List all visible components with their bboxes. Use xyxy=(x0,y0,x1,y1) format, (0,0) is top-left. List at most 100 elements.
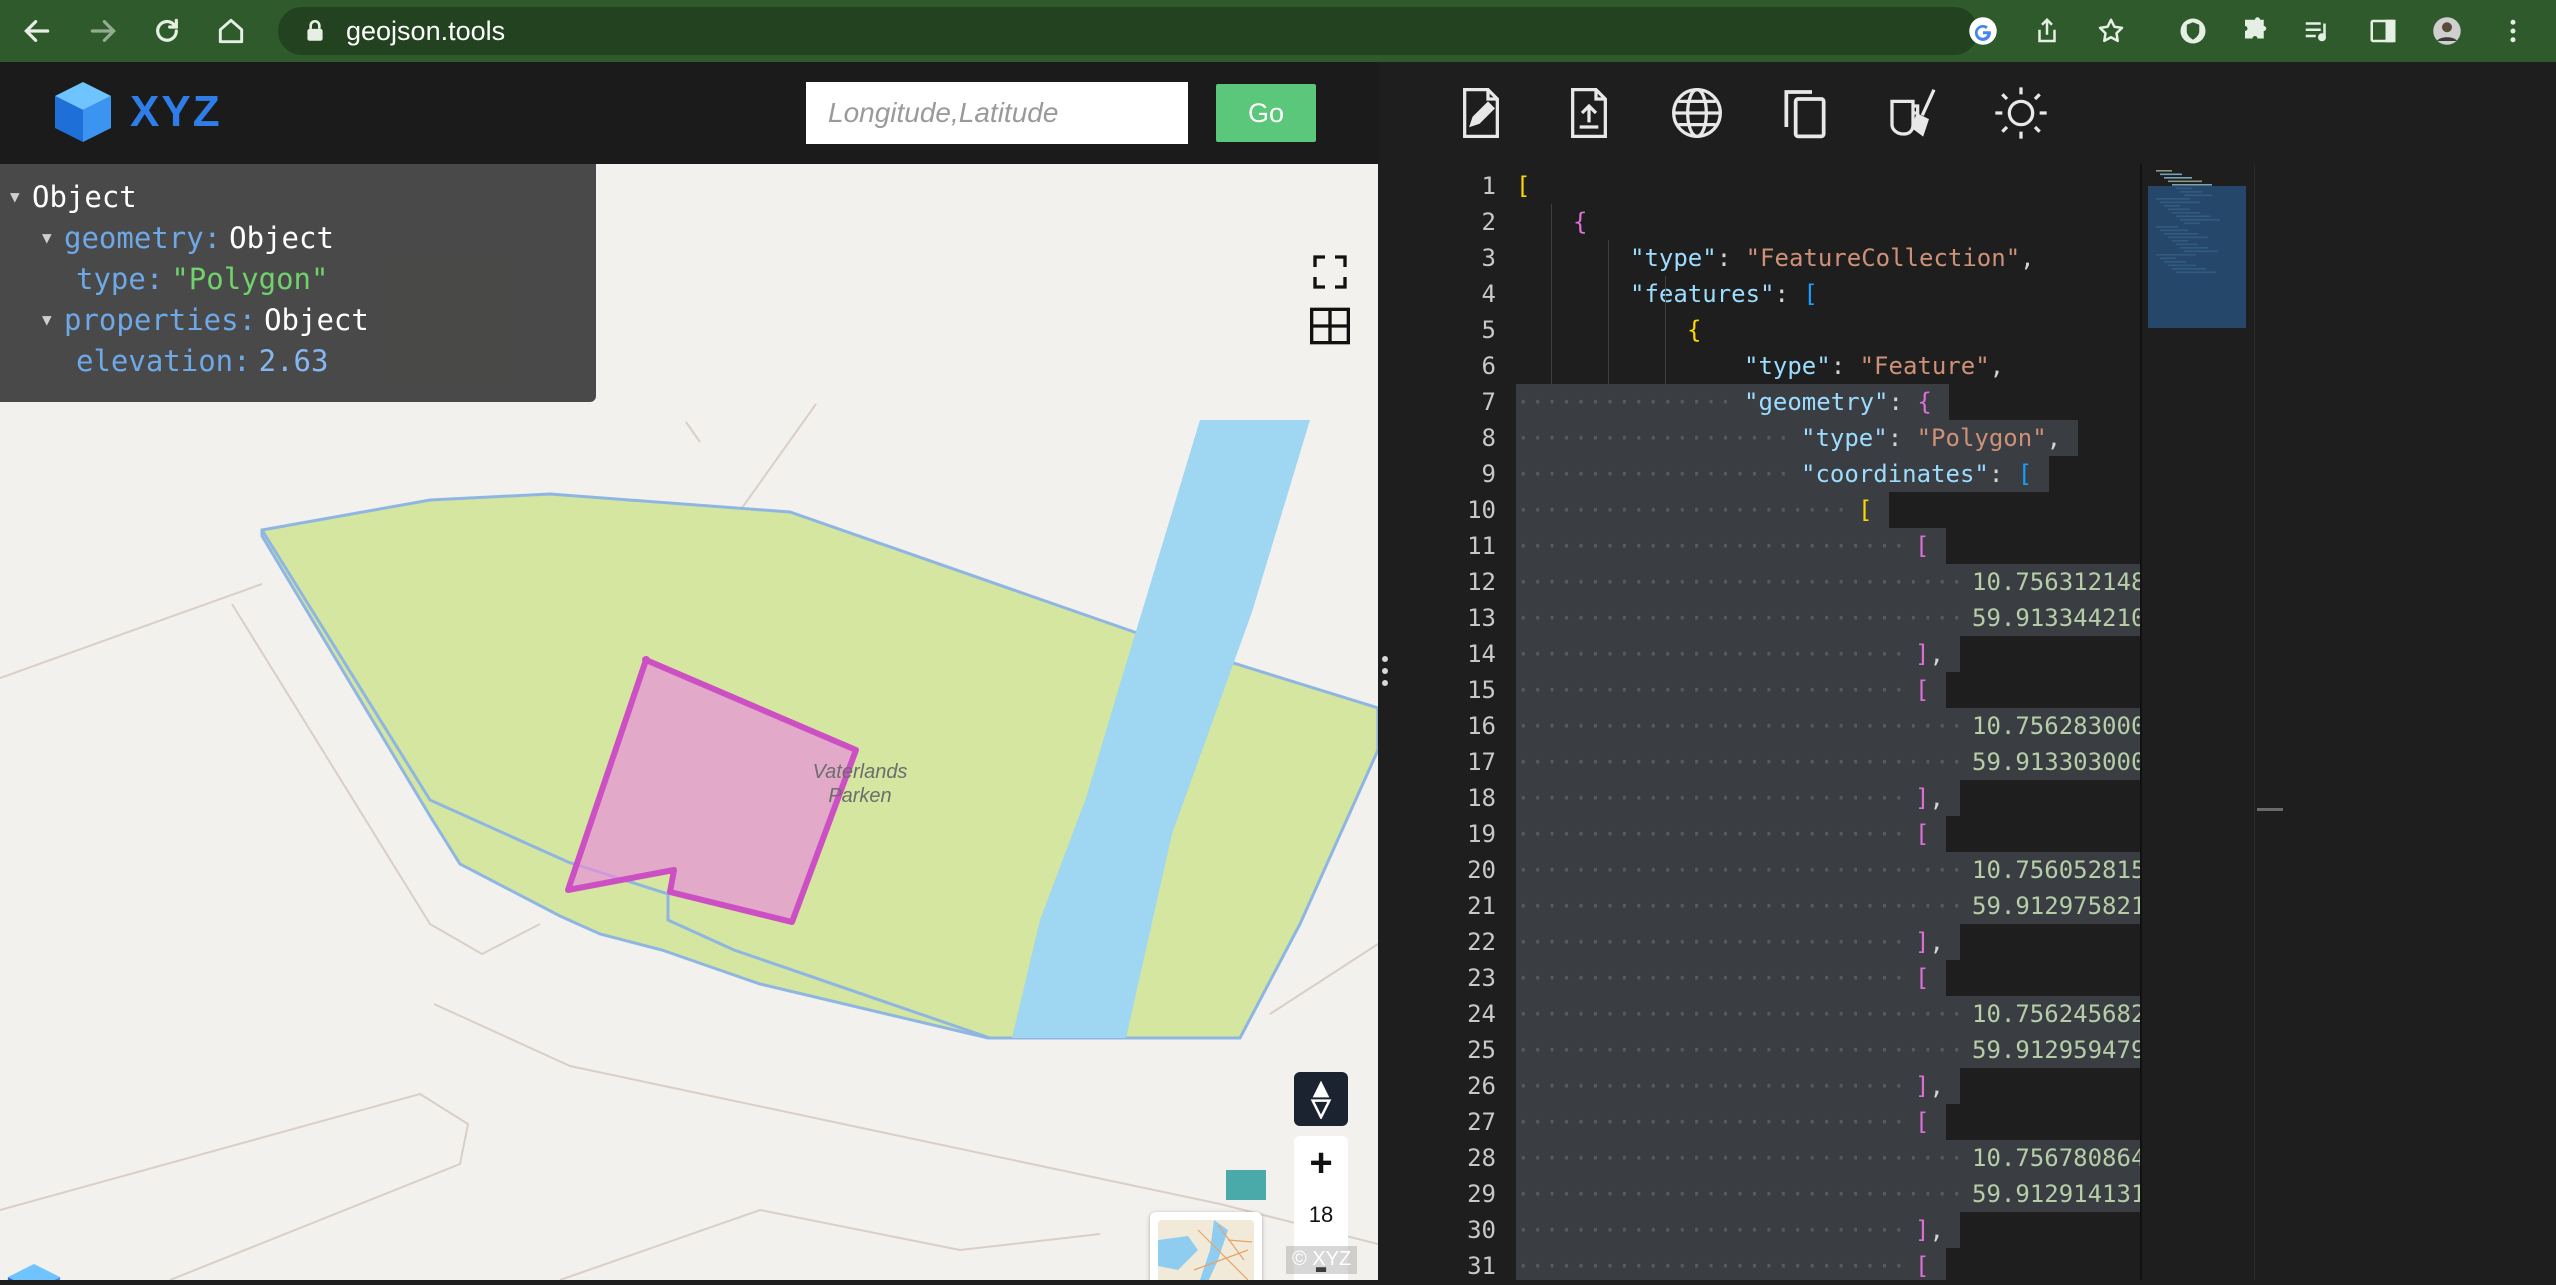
puzzle-icon xyxy=(2245,17,2267,39)
logo-text: XYZ xyxy=(130,87,222,136)
address-bar[interactable]: geojson.tools xyxy=(278,7,1978,55)
code-line[interactable]: "type": "FeatureCollection", xyxy=(1630,240,2035,276)
polygon-vertex[interactable] xyxy=(642,656,650,664)
extensions-button[interactable] xyxy=(2232,8,2278,54)
compass-button[interactable] xyxy=(1294,1072,1348,1126)
share-icon xyxy=(2038,17,2056,43)
code-token: "Polygon" xyxy=(1916,424,2047,452)
code-line[interactable]: 10.756245682 xyxy=(1972,996,2140,1032)
edit-file-button[interactable] xyxy=(1448,80,1514,146)
code-line[interactable]: [ xyxy=(1915,816,1929,852)
pane-splitter[interactable] xyxy=(1378,62,1392,1280)
inspector-geometry-row[interactable]: ▼ geometry: Object xyxy=(10,217,596,258)
code-line[interactable]: ], xyxy=(1915,1068,1944,1104)
inspector-root-row[interactable]: ▼ Object xyxy=(10,176,596,217)
code-line[interactable]: [ xyxy=(1915,1248,1929,1280)
code-minimap[interactable] xyxy=(2142,164,2254,1280)
code-line[interactable]: 59.912959479 xyxy=(1972,1032,2140,1068)
code-line[interactable]: ], xyxy=(1915,1212,1944,1248)
place-label-line1: Vaterlands xyxy=(813,761,908,783)
whitespace-markers: ··························· xyxy=(1516,1252,1907,1280)
media-button[interactable] xyxy=(2294,8,2340,54)
side-panel-button[interactable] xyxy=(2360,8,2406,54)
code-line[interactable]: 10.756780864 xyxy=(1972,1140,2140,1176)
xyz-logo[interactable]: XYZ xyxy=(52,80,222,144)
code-line[interactable]: { xyxy=(1687,312,1701,348)
fullscreen-icon xyxy=(1313,255,1347,289)
code-token: 59.912959479 xyxy=(1972,1036,2140,1064)
expand-triangle-icon[interactable]: ▼ xyxy=(42,228,64,247)
code-line[interactable]: { xyxy=(1573,204,1587,240)
expand-triangle-icon[interactable]: ▼ xyxy=(42,310,64,329)
profile-avatar[interactable] xyxy=(2424,8,2470,54)
bookmark-button[interactable] xyxy=(2088,8,2134,54)
whitespace-markers: ··························· xyxy=(1516,784,1907,812)
back-button[interactable] xyxy=(14,8,60,54)
fullscreen-button[interactable] xyxy=(1306,248,1354,296)
code-line[interactable]: ], xyxy=(1915,780,1944,816)
properties-value: Object xyxy=(264,302,369,337)
home-button[interactable] xyxy=(208,8,254,54)
cube-logo-icon xyxy=(55,82,111,142)
code-line[interactable]: 59.913344210 xyxy=(1972,600,2140,636)
map-attribution[interactable]: © XYZ xyxy=(1286,1246,1358,1274)
vertical-scrollbar[interactable] xyxy=(2254,164,2284,1280)
expand-triangle-icon[interactable]: ▼ xyxy=(10,187,32,206)
minimap-slider[interactable] xyxy=(2148,186,2246,328)
code-line[interactable]: 59.913303000 xyxy=(1972,744,2140,780)
upload-file-button[interactable] xyxy=(1556,80,1622,146)
go-button[interactable]: Go xyxy=(1216,84,1316,142)
code-line[interactable]: 59.912975821 xyxy=(1972,888,2140,924)
code-line[interactable]: [ xyxy=(1915,672,1929,708)
whitespace-markers: ······························· xyxy=(1516,1000,1964,1028)
share-button[interactable] xyxy=(2024,8,2070,54)
code-token: 59.912914131 xyxy=(1972,1180,2140,1208)
elevation-key: elevation: xyxy=(76,343,251,378)
code-line[interactable]: [ xyxy=(1858,492,1872,528)
coordinate-search-input[interactable] xyxy=(806,82,1188,144)
elevation-value: 2.63 xyxy=(258,343,329,378)
more-menu-button[interactable] xyxy=(2490,8,2536,54)
theme-toggle-button[interactable] xyxy=(1988,80,2054,146)
code-line[interactable]: "geometry": { xyxy=(1744,384,1932,420)
line-number: 31 xyxy=(1467,1252,1496,1280)
zoom-in-button[interactable]: + xyxy=(1294,1136,1348,1190)
code-token: : xyxy=(1988,460,2018,488)
reload-button[interactable] xyxy=(144,8,190,54)
code-line[interactable]: ], xyxy=(1915,636,1944,672)
code-line[interactable]: [ xyxy=(1915,960,1929,996)
code-line[interactable]: "features": [ xyxy=(1630,276,1818,312)
code-line[interactable]: "type": "Feature", xyxy=(1744,348,2004,384)
code-line[interactable]: [ xyxy=(1915,1104,1929,1140)
layer-color-swatch[interactable] xyxy=(1226,1170,1266,1200)
code-token: [ xyxy=(1803,280,1818,308)
clean-button[interactable] xyxy=(1880,80,1946,146)
forward-button[interactable] xyxy=(80,8,126,54)
code-line[interactable]: 10.756312148 xyxy=(1972,564,2140,600)
code-line[interactable]: "type": "Polygon", xyxy=(1801,420,2061,456)
code-token: "features" xyxy=(1630,280,1775,308)
code-token: "coordinates" xyxy=(1801,460,1989,488)
inspector-properties-row[interactable]: ▼ properties: Object xyxy=(10,299,596,340)
line-number: 7 xyxy=(1481,388,1496,416)
code-line[interactable]: 10.756052815 xyxy=(1972,852,2140,888)
code-line[interactable]: 10.756283000 xyxy=(1972,708,2140,744)
code-line[interactable]: 59.912914131 xyxy=(1972,1176,2140,1212)
layout-grid-button[interactable] xyxy=(1306,302,1354,350)
globe-button[interactable] xyxy=(1664,80,1730,146)
code-token: , xyxy=(1989,352,2005,380)
line-number: 28 xyxy=(1467,1144,1496,1172)
copy-button[interactable] xyxy=(1772,80,1838,146)
line-number: 18 xyxy=(1467,784,1496,812)
overview-minimap[interactable] xyxy=(1150,1212,1262,1280)
line-number: 19 xyxy=(1467,820,1496,848)
code-line[interactable]: [ xyxy=(1915,528,1929,564)
google-lens-button[interactable] xyxy=(1960,8,2006,54)
code-token: { xyxy=(1573,208,1588,236)
xyz-corner-logo-icon[interactable] xyxy=(6,1262,62,1280)
code-editor[interactable]: [{"type": "FeatureCollection", "features"… xyxy=(1516,164,2140,1280)
code-line[interactable]: [ xyxy=(1516,168,1530,204)
extension-shield-button[interactable] xyxy=(2170,8,2216,54)
code-line[interactable]: ], xyxy=(1915,924,1944,960)
code-line[interactable]: "coordinates": [ xyxy=(1801,456,2032,492)
